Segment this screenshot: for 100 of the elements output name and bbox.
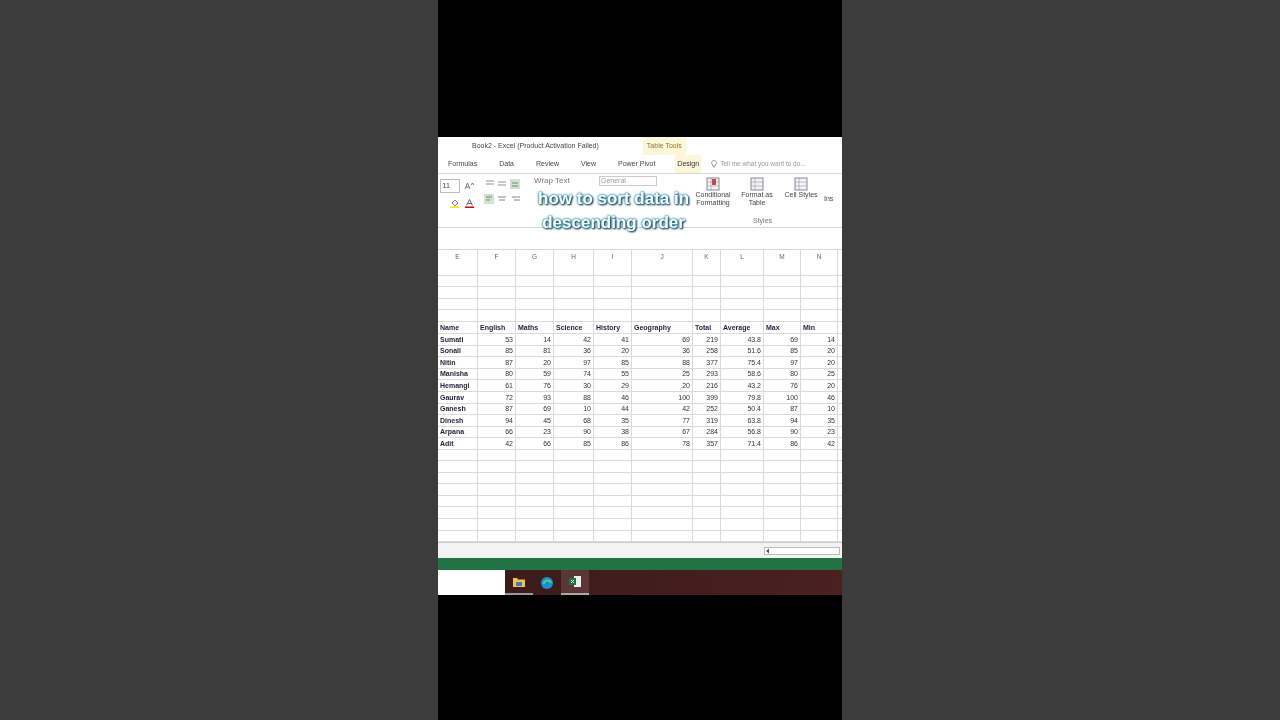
empty-cell: [554, 287, 594, 299]
empty-cell: [516, 472, 554, 485]
empty-cell: [594, 519, 632, 531]
taskbar-search[interactable]: [438, 570, 505, 596]
empty-cell: [594, 461, 632, 473]
empty-cell: [594, 484, 632, 496]
empty-cell: [438, 264, 478, 276]
empty-cell: [516, 484, 554, 496]
empty-cell: [554, 275, 594, 288]
empty-cell: [632, 495, 693, 508]
empty-cell: [438, 484, 478, 496]
empty-cell: [478, 461, 516, 473]
empty-cell: [478, 472, 516, 485]
empty-cell: [632, 472, 693, 485]
empty-cell: [594, 310, 632, 322]
empty-cell: [721, 275, 764, 288]
empty-cell: [801, 264, 838, 276]
empty-cell: [554, 507, 594, 520]
empty-cell: [801, 310, 838, 322]
empty-cell: [554, 298, 594, 311]
scroll-left-icon[interactable]: [765, 547, 770, 554]
empty-cell: [721, 449, 764, 462]
empty-cell: [693, 275, 721, 288]
taskbar-app[interactable]: [561, 570, 589, 596]
empty-cell: [632, 287, 693, 299]
empty-cell: [764, 298, 801, 311]
grow-font-icon[interactable]: [464, 182, 474, 190]
empty-cell: [764, 484, 801, 496]
empty-cell: [516, 287, 554, 299]
horizontal-scrollbar[interactable]: [764, 546, 840, 555]
empty-cell: [478, 507, 516, 520]
empty-cell: [554, 495, 594, 508]
empty-cell: [478, 495, 516, 508]
empty-cell: [438, 495, 478, 508]
empty-cell: [693, 310, 721, 322]
empty-cell: [721, 298, 764, 311]
empty-cell: [478, 484, 516, 496]
empty-cell: [516, 449, 554, 462]
empty-cell: [516, 519, 554, 531]
empty-cell: [438, 287, 478, 299]
wrap-text-button[interactable]: Wrap Text: [534, 176, 570, 185]
empty-cell: [721, 472, 764, 485]
empty-cell: [516, 310, 554, 322]
empty-cell: [554, 461, 594, 473]
empty-cell: [516, 275, 554, 288]
empty-cell: [516, 495, 554, 508]
empty-cell: [438, 298, 478, 311]
empty-cell: [438, 310, 478, 322]
spreadsheet-app-icon: [569, 576, 581, 588]
empty-cell: [478, 310, 516, 322]
empty-cell: [594, 298, 632, 311]
font-color-icon[interactable]: [465, 199, 474, 208]
empty-cell: [594, 507, 632, 520]
empty-cell: [801, 287, 838, 299]
empty-cell: [438, 461, 478, 473]
empty-cell: [764, 495, 801, 508]
table-style-icon: [706, 177, 720, 191]
empty-cell: [801, 495, 838, 508]
empty-cell: [632, 461, 693, 473]
empty-cell: [721, 484, 764, 496]
empty-cell: [438, 507, 478, 520]
empty-cell: [721, 507, 764, 520]
empty-cell: [554, 264, 594, 276]
empty-cell: [693, 519, 721, 531]
empty-cell: [693, 472, 721, 485]
empty-cell: [764, 507, 801, 520]
empty-cell: [478, 264, 516, 276]
empty-cell: [554, 519, 594, 531]
video-caption: how to sort data in descending order: [538, 188, 690, 235]
font-size-field[interactable]: 11: [440, 179, 460, 193]
empty-cell: [801, 298, 838, 311]
empty-cell: [594, 495, 632, 508]
browser-icon: [541, 576, 553, 589]
fill-color-icon[interactable]: [450, 199, 459, 208]
empty-cell: [632, 264, 693, 276]
empty-cell: [594, 287, 632, 299]
empty-cell: [693, 484, 721, 496]
empty-cell: [693, 449, 721, 462]
empty-cell: [721, 519, 764, 531]
empty-cell: [632, 275, 693, 288]
empty-cell: [438, 519, 478, 531]
empty-cell: [693, 264, 721, 276]
empty-cell: [801, 449, 838, 462]
empty-cell: [801, 472, 838, 485]
empty-cell: [693, 287, 721, 299]
empty-cell: [721, 287, 764, 299]
empty-cell: [516, 264, 554, 276]
empty-cell: [516, 461, 554, 473]
empty-cell: [554, 472, 594, 485]
empty-cell: [594, 449, 632, 462]
empty-cell: [478, 287, 516, 299]
empty-cell: [632, 449, 693, 462]
empty-cell: [632, 519, 693, 531]
empty-cell: [801, 484, 838, 496]
empty-cell: [594, 275, 632, 288]
empty-cell: [554, 310, 594, 322]
empty-cell: [478, 449, 516, 462]
table-style-icon: [794, 177, 808, 191]
empty-cell: [764, 449, 801, 462]
empty-cell: [721, 310, 764, 322]
